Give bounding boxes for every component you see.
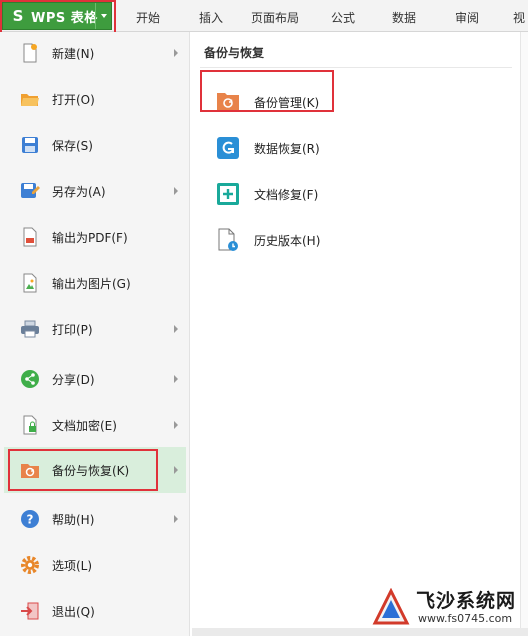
save-icon xyxy=(20,135,40,155)
menu-item-label: 输出为图片(G) xyxy=(52,276,131,291)
scrollbar[interactable] xyxy=(520,32,528,628)
submenu-panel: 备份与恢复 备份管理(K) 数据恢复(R) 文档修复(F) 历史版本(H) xyxy=(192,32,520,628)
menu-item-label: 文档加密(E) xyxy=(52,418,117,433)
menu-item-label: 输出为PDF(F) xyxy=(52,230,128,245)
menu-item-export-image[interactable]: 输出为图片(G) xyxy=(4,260,186,306)
doc-repair-icon xyxy=(216,182,240,206)
data-recovery-icon xyxy=(216,136,240,160)
encrypt-icon xyxy=(20,415,40,435)
watermark-name: 飞沙系统网 xyxy=(416,590,517,612)
menu-item-open[interactable]: 打开(O) xyxy=(4,76,186,122)
menu-item-save-as[interactable]: 另存为(A) xyxy=(4,168,186,214)
save-as-icon xyxy=(20,181,40,201)
new-file-icon xyxy=(20,43,40,63)
wps-logo-icon: S xyxy=(12,7,24,25)
menu-item-exit[interactable]: 退出(Q) xyxy=(4,588,186,634)
backup-manage-icon xyxy=(216,90,240,114)
tab-view[interactable]: 视 xyxy=(513,9,525,26)
menu-item-label: 打开(O) xyxy=(52,92,95,107)
watermark-logo-icon xyxy=(372,588,410,625)
submenu-arrow-icon xyxy=(174,421,178,429)
menu-item-export-pdf[interactable]: 输出为PDF(F) xyxy=(4,214,186,260)
backup-icon xyxy=(20,460,40,480)
menu-item-new[interactable]: 新建(N) xyxy=(4,30,186,76)
menu-item-label: 保存(S) xyxy=(52,138,93,153)
menu-item-label: 退出(Q) xyxy=(52,604,95,619)
help-icon: ? xyxy=(20,509,40,529)
submenu-arrow-icon xyxy=(174,325,178,333)
printer-icon xyxy=(20,319,40,339)
tab-data[interactable]: 数据 xyxy=(392,9,416,26)
tab-formula[interactable]: 公式 xyxy=(331,9,355,26)
ribbon-bar: S WPS 表格 开始 插入 页面布局 公式 数据 审阅 视 xyxy=(0,0,528,32)
submenu-item-history-version[interactable]: 历史版本(H) xyxy=(200,218,500,262)
submenu-item-doc-repair[interactable]: 文档修复(F) xyxy=(200,172,500,216)
menu-item-label: 分享(D) xyxy=(52,372,95,387)
menu-item-backup-restore[interactable]: 备份与恢复(K) xyxy=(4,447,186,493)
app-title: WPS 表格 xyxy=(31,10,98,26)
submenu-arrow-icon xyxy=(174,187,178,195)
watermark-url: www.fs0745.com xyxy=(418,612,513,625)
menu-item-help[interactable]: ? 帮助(H) xyxy=(4,496,186,542)
submenu-item-label: 文档修复(F) xyxy=(254,188,319,202)
submenu-title: 备份与恢复 xyxy=(204,46,265,60)
exit-icon xyxy=(20,601,40,621)
history-version-icon xyxy=(216,228,240,252)
tab-page-layout[interactable]: 页面布局 xyxy=(251,9,299,26)
menu-item-label: 打印(P) xyxy=(52,322,93,337)
menu-item-save[interactable]: 保存(S) xyxy=(4,122,186,168)
menu-item-print[interactable]: 打印(P) xyxy=(4,306,186,352)
tab-insert[interactable]: 插入 xyxy=(199,9,223,26)
submenu-arrow-icon xyxy=(174,466,178,474)
submenu-arrow-icon xyxy=(174,49,178,57)
watermark: 飞沙系统网 www.fs0745.com xyxy=(372,584,522,630)
menu-item-share[interactable]: 分享(D) xyxy=(4,356,186,402)
submenu-item-label: 历史版本(H) xyxy=(254,234,321,248)
image-export-icon xyxy=(20,273,40,293)
menu-item-encrypt[interactable]: 文档加密(E) xyxy=(4,402,186,448)
submenu-item-label: 备份管理(K) xyxy=(254,96,320,110)
submenu-item-data-recovery[interactable]: 数据恢复(R) xyxy=(200,126,500,170)
menu-item-label: 帮助(H) xyxy=(52,512,95,527)
share-icon xyxy=(20,369,40,389)
submenu-arrow-icon xyxy=(174,515,178,523)
menu-item-label: 另存为(A) xyxy=(52,184,106,199)
wps-app-menu-button[interactable]: S WPS 表格 xyxy=(2,2,112,30)
tab-home[interactable]: 开始 xyxy=(136,9,160,26)
menu-item-options[interactable]: 选项(L) xyxy=(4,542,186,588)
submenu-item-label: 数据恢复(R) xyxy=(254,142,320,156)
divider xyxy=(200,67,512,68)
submenu-item-backup-manage[interactable]: 备份管理(K) xyxy=(200,80,500,124)
dropdown-arrow-icon[interactable] xyxy=(95,3,111,29)
tab-review[interactable]: 审阅 xyxy=(455,9,479,26)
pdf-icon xyxy=(20,227,40,247)
submenu-arrow-icon xyxy=(174,375,178,383)
menu-item-label: 新建(N) xyxy=(52,46,95,61)
svg-text:?: ? xyxy=(27,513,34,527)
open-folder-icon xyxy=(20,89,40,109)
menu-item-label: 选项(L) xyxy=(52,558,93,573)
options-gear-icon xyxy=(20,555,40,575)
menu-item-label: 备份与恢复(K) xyxy=(52,463,130,478)
